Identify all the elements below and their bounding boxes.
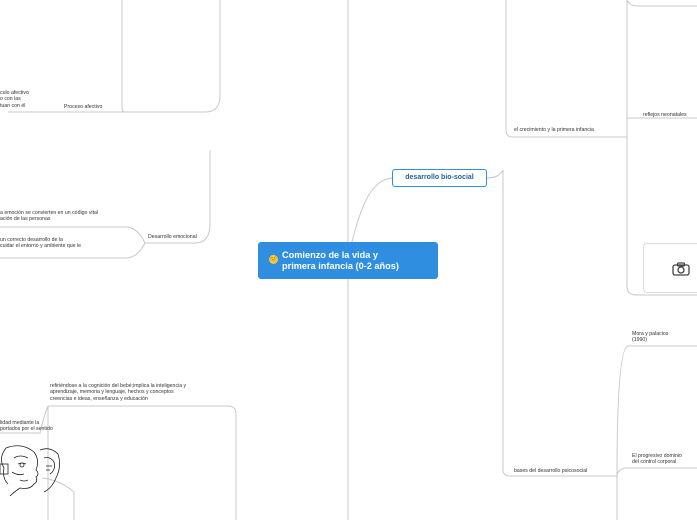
topic-crecimiento[interactable]: el crecimiento y la primera infancia xyxy=(514,127,594,133)
smiley-icon: 😊 xyxy=(269,255,278,264)
topic-proceso-afectivo[interactable]: Proceso afectivo xyxy=(64,104,102,110)
topic-proceso-afectivo-detail[interactable]: culo afectivo o con las tuan con él xyxy=(0,90,29,109)
face-sketch-image xyxy=(0,445,60,497)
root-node[interactable]: 😊 Comienzo de la vida y primera infancia… xyxy=(258,242,438,279)
topic-mora-palacios[interactable]: Mora y palacios (1990) xyxy=(632,331,668,344)
image-placeholder-card[interactable] xyxy=(643,243,697,293)
topic-sentidos[interactable]: lidad mediante la portados por el sentid… xyxy=(0,420,53,433)
topic-progresivo-dominio[interactable]: El progresivo dominio del control corpor… xyxy=(632,453,682,466)
topic-emocion-codigo-vital[interactable]: a emoción se convierten en un código vit… xyxy=(0,210,98,223)
topic-bases-psicosocial[interactable]: bases del desarrollo psicosocial xyxy=(514,468,587,474)
topic-reflejos-neonatales[interactable]: reflejos neonatales xyxy=(643,112,687,118)
camera-icon xyxy=(672,262,690,276)
root-node-label: Comienzo de la vida y primera infancia (… xyxy=(282,250,399,271)
topic-cognicion-bebe[interactable]: refiriéndose a la cognición del bebé;imp… xyxy=(50,383,186,402)
topic-desarrollo-emocional[interactable]: Desarrollo emocional xyxy=(148,234,197,240)
topic-correcto-desarrollo[interactable]: un correcto desarrollo de la cuidar el e… xyxy=(0,237,81,250)
subtopic-desarrollo-bio-social[interactable]: desarrollo bio-social xyxy=(392,169,487,187)
